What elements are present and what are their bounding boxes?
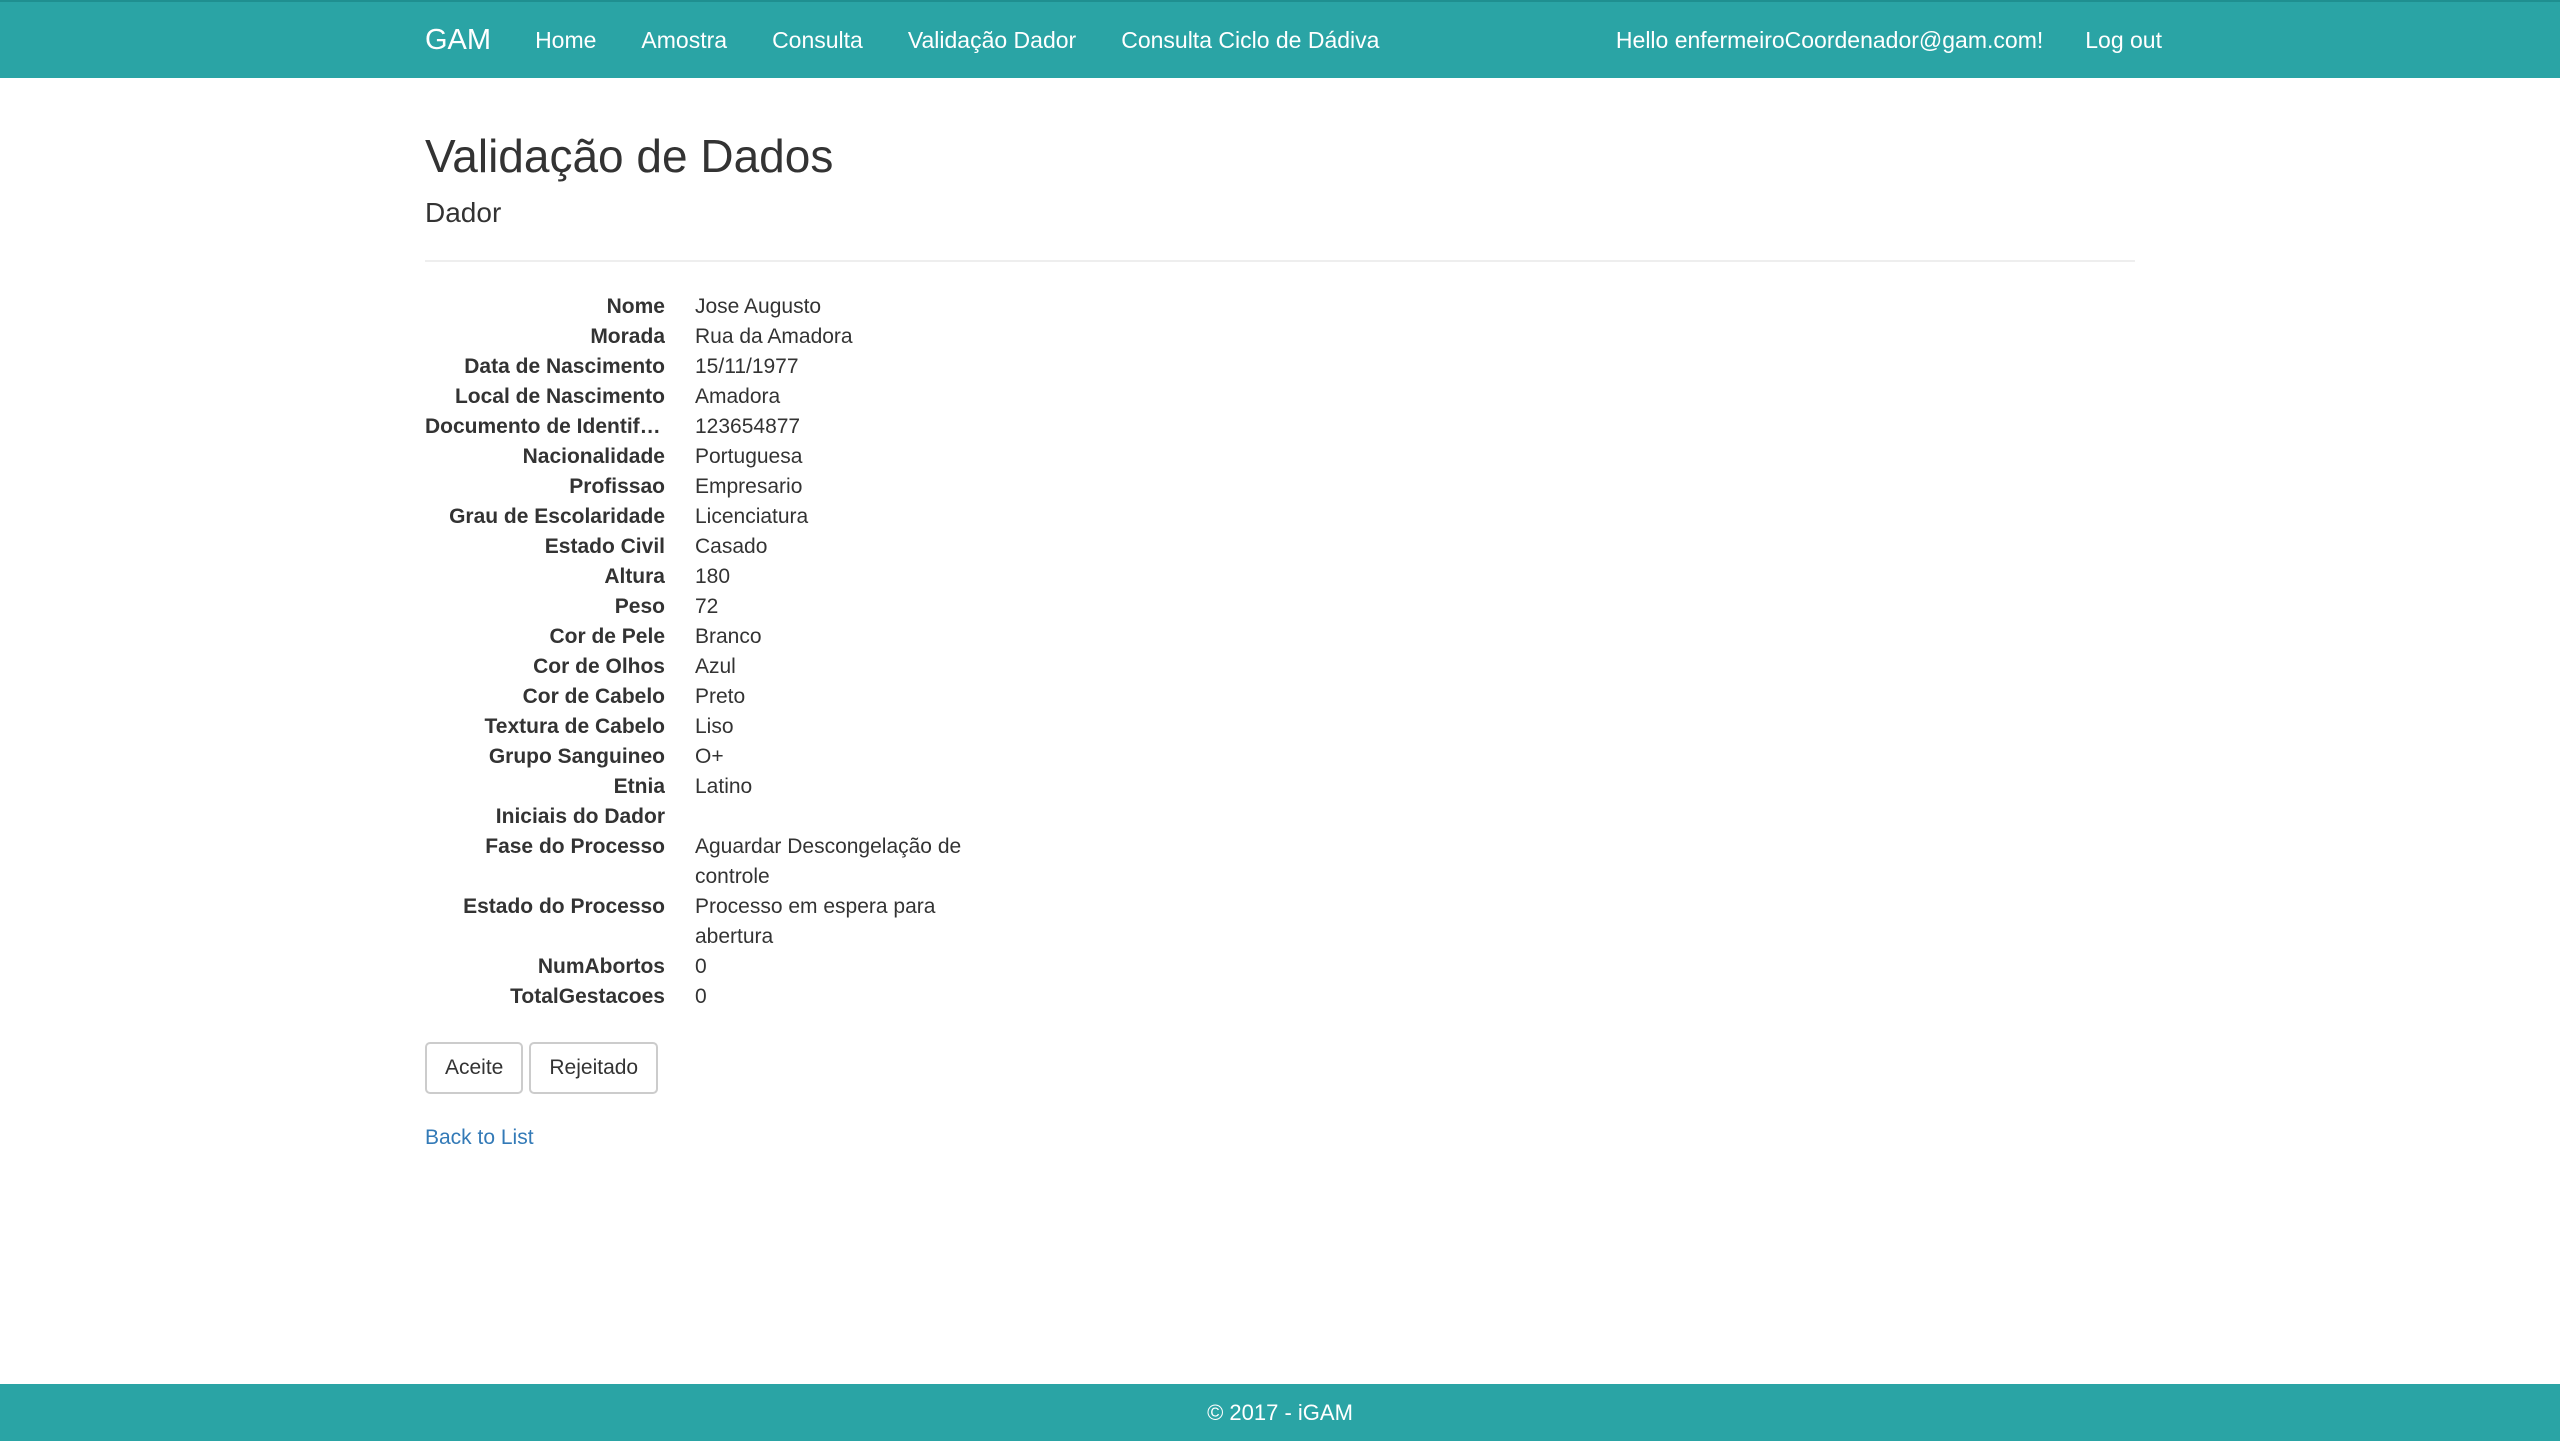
detail-row: Altura 180	[425, 562, 985, 592]
detail-value: Aguardar Descongelação de controle	[695, 835, 962, 888]
detail-row: Peso 72	[425, 592, 985, 622]
detail-value: 180	[695, 565, 731, 588]
detail-label: Cor de Olhos	[533, 655, 665, 678]
main-content: Validação de Dados Dador Nome Jose August…	[425, 78, 2135, 1150]
logout-link[interactable]: Log out	[2085, 27, 2162, 54]
detail-label: Altura	[604, 565, 665, 588]
detail-value	[695, 802, 985, 832]
detail-row: Morada Rua da Amadora	[425, 322, 985, 352]
detail-row: Profissao Empresario	[425, 472, 985, 502]
detail-label: Morada	[590, 325, 665, 348]
detail-value: Latino	[695, 775, 753, 798]
nav-right: Hello enfermeiroCoordenador@gam.com! Log…	[1616, 2, 2162, 78]
detail-row: Data de Nascimento 15/11/1977	[425, 352, 985, 382]
detail-label: Cor de Pele	[549, 625, 665, 648]
page-title: Validação de Dados	[425, 130, 834, 182]
detail-value: 123654877	[695, 415, 801, 438]
detail-label: Etnia	[613, 775, 665, 798]
action-buttons: Aceite Rejeitado	[425, 1042, 2135, 1094]
detail-label: Cor de Cabelo	[522, 685, 665, 708]
detail-value: Azul	[695, 655, 736, 678]
detail-label: Peso	[614, 595, 665, 618]
detail-row: NumAbortos 0	[425, 952, 985, 982]
page-subtitle: Dador	[425, 197, 502, 228]
back-to-list-link[interactable]: Back to List	[425, 1126, 534, 1150]
detail-row: Estado Civil Casado	[425, 532, 985, 562]
detail-value: Liso	[695, 715, 734, 738]
detail-value: Licenciatura	[695, 505, 809, 528]
detail-row: Iniciais do Dador	[425, 802, 985, 832]
detail-row: Local de Nascimento Amadora	[425, 382, 985, 412]
nav-link-home[interactable]: Home	[535, 27, 596, 54]
detail-value: O+	[695, 745, 724, 768]
nav-link-consulta-ciclo[interactable]: Consulta Ciclo de Dádiva	[1121, 27, 1379, 54]
accept-button[interactable]: Aceite	[425, 1042, 524, 1094]
detail-row: Nome Jose Augusto	[425, 292, 985, 322]
detail-value: Rua da Amadora	[695, 325, 853, 348]
detail-label: Nome	[606, 295, 665, 318]
detail-label: Fase do Processo	[485, 835, 665, 858]
detail-row: Cor de Pele Branco	[425, 622, 985, 652]
detail-label: Grupo Sanguineo	[488, 745, 665, 768]
detail-label: Local de Nascimento	[454, 385, 665, 408]
detail-row: Fase do Processo Aguardar Descongelação d…	[425, 832, 985, 892]
detail-value: Branco	[695, 625, 762, 648]
detail-value: 15/11/1977	[695, 355, 799, 378]
detail-label: TotalGestacoes	[510, 985, 665, 1008]
top-navbar: GAM Home Amostra Consulta Validação Dado…	[0, 0, 2560, 78]
detail-value: Amadora	[695, 385, 781, 408]
nav-link-consulta[interactable]: Consulta	[772, 27, 863, 54]
detail-label: Iniciais do Dador	[495, 805, 665, 828]
nav-left: GAM Home Amostra Consulta Validação Dado…	[425, 2, 1424, 78]
detail-value: 72	[695, 595, 719, 618]
brand-link[interactable]: GAM	[425, 24, 491, 57]
detail-value: Jose Augusto	[695, 295, 822, 318]
detail-row: Cor de Olhos Azul	[425, 652, 985, 682]
detail-row: Estado do Processo Processo em espera par…	[425, 892, 985, 952]
detail-value: Empresario	[695, 475, 803, 498]
detail-row: Cor de Cabelo Preto	[425, 682, 985, 712]
detail-value: Portuguesa	[695, 445, 803, 468]
detail-label: Nacionalidade	[522, 445, 665, 468]
detail-row: Grau de Escolaridade Licenciatura	[425, 502, 985, 532]
detail-row: Textura de Cabelo Liso	[425, 712, 985, 742]
user-greeting-link[interactable]: Hello enfermeiroCoordenador@gam.com!	[1616, 27, 2043, 54]
detail-value: Casado	[695, 535, 768, 558]
detail-label: Estado Civil	[544, 535, 665, 558]
divider	[425, 260, 2135, 262]
detail-row: Grupo Sanguineo O+	[425, 742, 985, 772]
detail-label: Data de Nascimento	[464, 355, 665, 378]
detail-label: NumAbortos	[537, 955, 665, 978]
detail-value: Processo em espera para abertura	[695, 895, 936, 948]
detail-label: Profissao	[569, 475, 665, 498]
detail-label: Estado do Processo	[463, 895, 665, 918]
detail-row: Etnia Latino	[425, 772, 985, 802]
detail-row: Nacionalidade Portuguesa	[425, 442, 985, 472]
footer-copyright: © 2017 - iGAM	[1207, 1399, 1353, 1425]
nav-link-amostra[interactable]: Amostra	[641, 27, 727, 54]
detail-value: 0	[695, 955, 707, 978]
reject-button[interactable]: Rejeitado	[529, 1042, 659, 1094]
detail-value: Preto	[695, 685, 746, 708]
detail-label: Grau de Escolaridade	[449, 505, 665, 528]
detail-value: 0	[695, 985, 707, 1008]
detail-label: Textura de Cabelo	[484, 715, 666, 738]
detail-label: Documento de Identificação	[425, 415, 665, 438]
nav-link-validacao-dador[interactable]: Validação Dador	[908, 27, 1076, 54]
detail-row: TotalGestacoes 0	[425, 982, 985, 1012]
footer: © 2017 - iGAM	[0, 1384, 2560, 1441]
details-list: Nome Jose Augusto Morada Rua da Amadora Data…	[425, 292, 985, 1012]
detail-row: Documento de Identificação 123654877	[425, 412, 985, 442]
